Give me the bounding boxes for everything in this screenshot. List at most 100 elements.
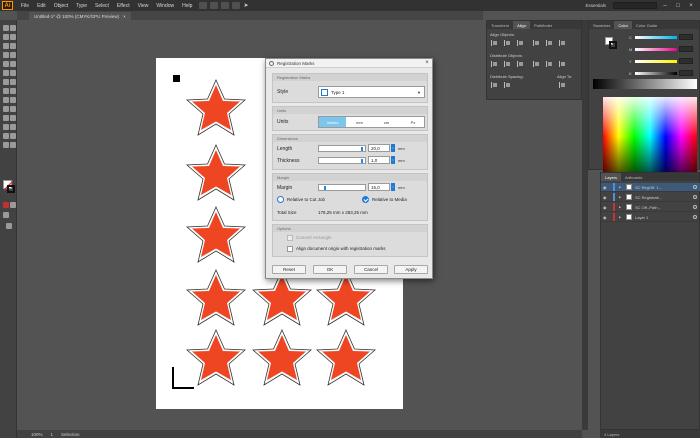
layer-name[interactable]: Layer 1	[635, 215, 648, 220]
thickness-stepper[interactable]: ↕	[391, 156, 395, 164]
relative-to-cut-job-radio[interactable]	[277, 196, 284, 203]
star-shape[interactable]	[186, 206, 246, 263]
slider-thumb[interactable]	[361, 159, 363, 163]
slider-thumb[interactable]	[361, 147, 363, 151]
eraser-tool-icon[interactable]	[10, 70, 16, 76]
blend-tool-icon[interactable]	[10, 115, 16, 121]
star-shape[interactable]	[316, 329, 376, 386]
star-shape[interactable]	[186, 329, 246, 386]
channel-y-input[interactable]	[679, 58, 693, 64]
screen-mode-icon[interactable]	[6, 223, 12, 229]
artboard-navigation[interactable]: 1	[51, 432, 54, 437]
star-shape[interactable]	[252, 329, 312, 386]
units-option-cm[interactable]: cm	[373, 117, 400, 127]
layer-row[interactable]: ◉ ▶ SC Off.-Path...	[601, 203, 700, 212]
free-transform-tool-icon[interactable]	[10, 88, 16, 94]
layer-row[interactable]: ◉ ▶ Layer 1	[601, 213, 700, 222]
units-option-inches[interactable]: Inches	[319, 117, 346, 127]
relative-to-media-radio[interactable]	[362, 196, 369, 203]
tab-swatches[interactable]: Swatches	[589, 21, 614, 29]
gpu-performance-icon[interactable]	[232, 2, 241, 9]
channel-k-slider[interactable]	[635, 72, 677, 75]
arrange-documents-icon[interactable]	[221, 2, 230, 9]
ok-button[interactable]: OK	[313, 265, 347, 274]
layer-name[interactable]: SC RegOff. 1...	[635, 185, 662, 190]
visibility-eye-icon[interactable]: ◉	[603, 195, 610, 200]
rectangle-tool-icon[interactable]	[3, 61, 9, 67]
menu-type[interactable]: Type	[72, 3, 91, 9]
visibility-eye-icon[interactable]: ◉	[603, 205, 610, 210]
expand-triangle-icon[interactable]: ▶	[619, 215, 623, 219]
zoom-tool-icon[interactable]	[10, 142, 16, 148]
menu-view[interactable]: View	[134, 3, 153, 9]
rotate-tool-icon[interactable]	[3, 79, 9, 85]
distribute-bottom-icon[interactable]	[517, 61, 523, 67]
visibility-eye-icon[interactable]: ◉	[603, 185, 610, 190]
align-vertical-center-icon[interactable]	[546, 40, 552, 46]
layer-name[interactable]: SC Registrati...	[635, 195, 662, 200]
magic-wand-tool-icon[interactable]	[3, 34, 9, 40]
symbol-sprayer-tool-icon[interactable]	[3, 124, 9, 130]
target-circle-icon[interactable]	[693, 185, 697, 189]
expand-triangle-icon[interactable]: ▶	[619, 185, 623, 189]
tab-color[interactable]: Color	[614, 21, 632, 29]
close-icon[interactable]: ×	[686, 3, 696, 9]
channel-y-slider[interactable]	[635, 60, 677, 63]
direct-selection-tool-icon[interactable]	[10, 25, 16, 31]
channel-k-input[interactable]	[679, 70, 693, 76]
dialog-close-icon[interactable]: ×	[422, 60, 432, 66]
margin-input[interactable]: 15,0	[368, 183, 390, 191]
menu-help[interactable]: Help	[178, 3, 196, 9]
column-graph-tool-icon[interactable]	[10, 124, 16, 130]
relative-to-cut-job-label[interactable]: Relative to Cut Job	[287, 197, 325, 202]
align-origin-checkbox[interactable]	[287, 246, 293, 252]
thickness-slider[interactable]	[318, 157, 366, 164]
draw-normal-icon[interactable]	[3, 212, 9, 218]
menu-select[interactable]: Select	[91, 3, 113, 9]
menu-window[interactable]: Window	[152, 3, 178, 9]
artboard-tool-icon[interactable]	[3, 133, 9, 139]
layer-row[interactable]: ◉ ▶ SC RegOff. 1...	[601, 183, 700, 192]
type-tool-icon[interactable]	[3, 52, 9, 58]
line-tool-icon[interactable]	[10, 52, 16, 58]
distribute-horizontal-center-icon[interactable]	[546, 61, 552, 67]
paintbrush-tool-icon[interactable]	[10, 61, 16, 67]
eyedropper-tool-icon[interactable]	[3, 115, 9, 121]
expand-triangle-icon[interactable]: ▶	[619, 205, 623, 209]
channel-c-slider[interactable]	[635, 36, 677, 39]
selection-tool-icon[interactable]	[3, 25, 9, 31]
workspace-switcher[interactable]: Essentials	[581, 3, 610, 8]
slider-thumb[interactable]	[324, 186, 326, 190]
zoom-level[interactable]: 100%	[31, 432, 43, 437]
distribute-vertical-center-icon[interactable]	[504, 61, 510, 67]
send-icon[interactable]: ➤	[243, 2, 251, 9]
channel-m-slider[interactable]	[635, 48, 677, 51]
length-input[interactable]: 20,0	[368, 144, 390, 152]
slice-tool-icon[interactable]	[10, 133, 16, 139]
tab-color-guide[interactable]: Color Guide	[632, 21, 661, 29]
tab-pathfinder[interactable]: Pathfinder	[530, 21, 556, 29]
star-shape[interactable]	[186, 79, 246, 136]
reset-button[interactable]: Reset	[272, 265, 306, 274]
cancel-button[interactable]: Cancel	[354, 265, 388, 274]
align-right-icon[interactable]	[517, 40, 523, 46]
stock-icon[interactable]	[210, 2, 219, 9]
color-stroke-swatch[interactable]	[609, 41, 617, 49]
menu-effect[interactable]: Effect	[113, 3, 134, 9]
distribute-top-icon[interactable]	[491, 61, 497, 67]
color-ramp[interactable]	[593, 79, 697, 89]
status-mode[interactable]: Selection	[61, 432, 80, 437]
perspective-grid-tool-icon[interactable]	[10, 97, 16, 103]
align-top-icon[interactable]	[533, 40, 539, 46]
target-circle-icon[interactable]	[693, 195, 697, 199]
length-slider[interactable]	[318, 145, 366, 152]
gradient-tool-icon[interactable]	[10, 106, 16, 112]
close-tab-icon[interactable]: ×	[123, 14, 126, 19]
align-origin-label[interactable]: Align document origin with registration …	[296, 246, 386, 251]
menu-edit[interactable]: Edit	[33, 3, 50, 9]
maximize-icon[interactable]: □	[673, 3, 683, 9]
hand-tool-icon[interactable]	[3, 142, 9, 148]
star-shape[interactable]	[186, 144, 246, 201]
channel-m-input[interactable]	[679, 46, 693, 52]
curvature-tool-icon[interactable]	[10, 43, 16, 49]
